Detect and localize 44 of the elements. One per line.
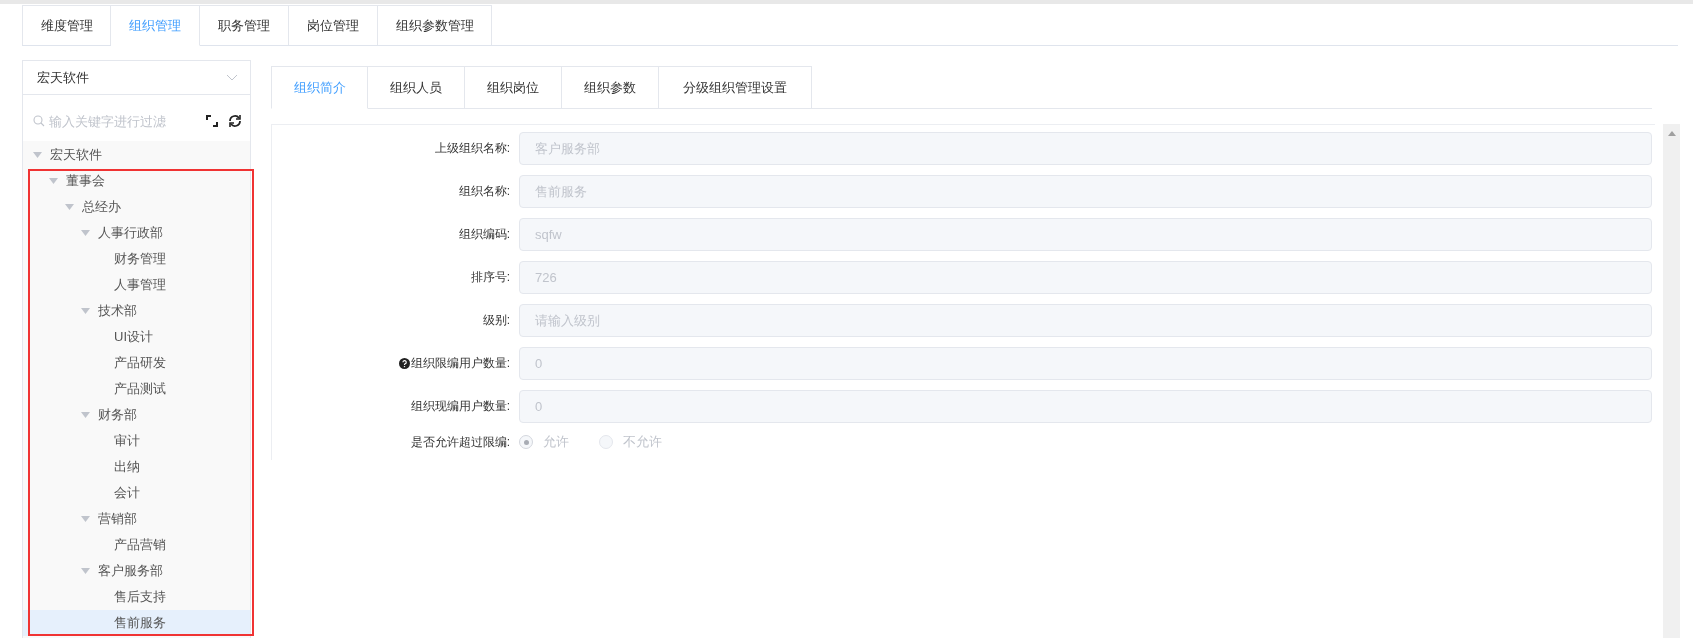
field-label: 上级组织名称: <box>433 140 511 157</box>
tree-item[interactable]: 售前服务 <box>23 610 250 636</box>
chevron-down-icon <box>226 74 238 81</box>
tab[interactable]: 组织参数 <box>562 66 659 108</box>
tree-item[interactable]: 出纳 <box>23 454 250 480</box>
tree-item[interactable]: 董事会 <box>23 168 250 194</box>
field-label: 组织限编用户数量: <box>272 355 519 372</box>
tree-item[interactable]: 产品研发 <box>23 350 250 376</box>
tree-item[interactable]: 人事管理 <box>23 272 250 298</box>
tree-item[interactable]: 会计 <box>23 480 250 506</box>
tab[interactable]: 组织人员 <box>368 66 465 108</box>
tree-item[interactable]: 技术部 <box>23 298 250 324</box>
refresh-icon[interactable] <box>228 114 242 128</box>
scrollbar[interactable] <box>1663 124 1680 638</box>
tab[interactable]: 职务管理 <box>200 5 289 45</box>
tree-item[interactable]: 宏天软件 <box>23 142 250 168</box>
search-field[interactable]: 输入关键字进行过滤 <box>45 112 196 130</box>
search-icon <box>33 115 45 127</box>
org-select[interactable]: 宏天软件 <box>23 61 250 95</box>
tree-item[interactable]: 财务管理 <box>23 246 250 272</box>
tree-item[interactable]: 产品测试 <box>23 376 250 402</box>
help-icon <box>398 358 410 369</box>
tab[interactable]: 岗位管理 <box>289 5 378 45</box>
tree-item[interactable]: 客户服务部 <box>23 558 250 584</box>
tree-item[interactable]: UI设计 <box>23 324 250 350</box>
tab[interactable]: 分级组织管理设置 <box>659 66 812 108</box>
field-label: 是否允许超过限编: <box>409 433 511 451</box>
expand-icon[interactable] <box>206 115 218 127</box>
tab[interactable]: 维度管理 <box>22 5 111 45</box>
field-label: 组织名称: <box>457 183 511 200</box>
tab[interactable]: 组织参数管理 <box>378 5 492 45</box>
scroll-up-icon[interactable] <box>1667 131 1676 136</box>
tab[interactable]: 组织岗位 <box>465 66 562 108</box>
field-label: 级别: <box>481 312 511 329</box>
field-label: 组织编码: <box>457 226 511 243</box>
field-label: 组织现编用户数量: <box>409 398 511 415</box>
tree-item[interactable]: 产品营销 <box>23 532 250 558</box>
tree-item[interactable]: 审计 <box>23 428 250 454</box>
tree-item[interactable]: 财务部 <box>23 402 250 428</box>
tree-item[interactable]: 人事行政部 <box>23 220 250 246</box>
tree-item[interactable]: 总经办 <box>23 194 250 220</box>
tree-item[interactable]: 营销部 <box>23 506 250 532</box>
field-label: 排序号: <box>469 269 511 286</box>
tree-item[interactable]: 售后支持 <box>23 584 250 610</box>
